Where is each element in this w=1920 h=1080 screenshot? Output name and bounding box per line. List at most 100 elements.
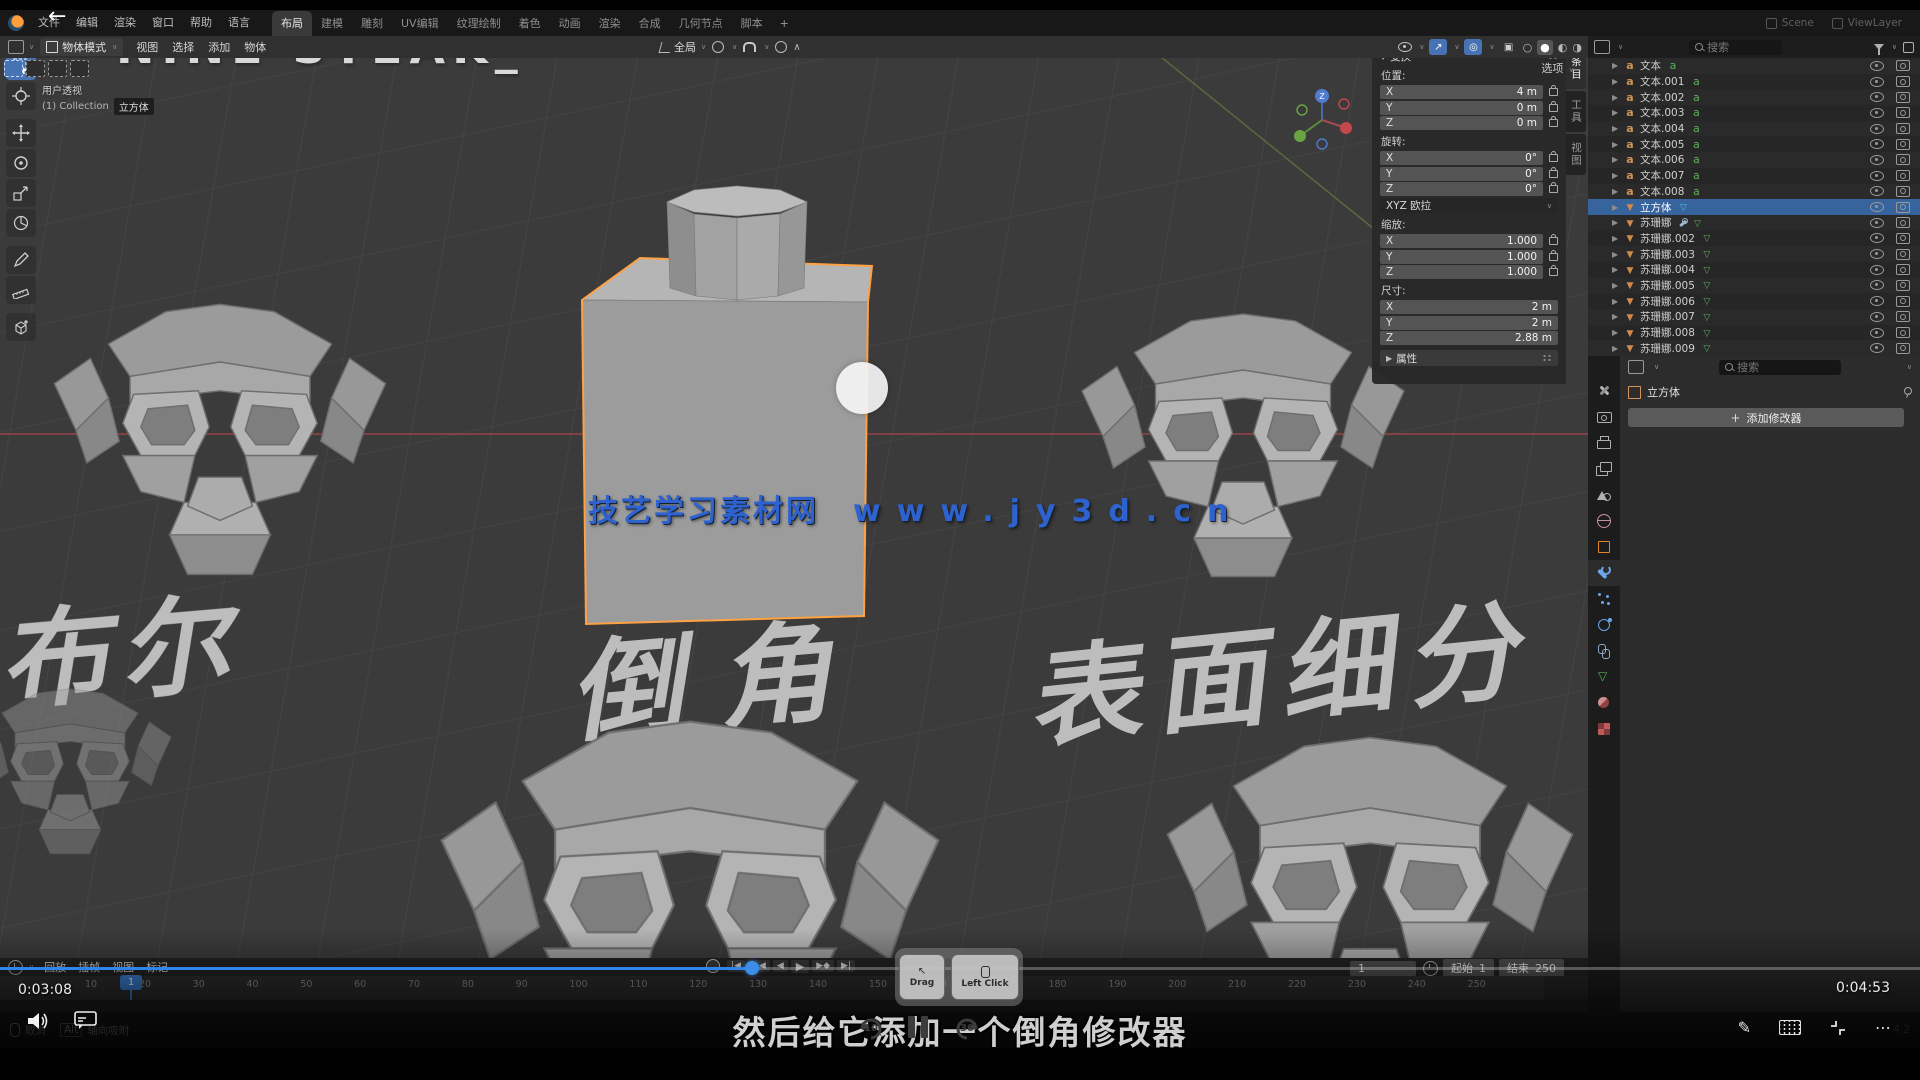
outliner-row[interactable]: ▶ 苏珊娜.008 <box>1588 325 1920 341</box>
disable-in-renders-toggle[interactable] <box>1896 170 1910 181</box>
outliner-row[interactable]: ▶ 文本.006 <box>1588 152 1920 168</box>
filter-icon[interactable] <box>1874 44 1884 50</box>
back-arrow-button[interactable]: ← <box>48 4 66 29</box>
viewlayer-selector[interactable]: ViewLayer <box>1832 17 1902 29</box>
add-workspace-button[interactable]: + <box>772 17 797 30</box>
expand-chevron-icon[interactable]: ▶ <box>1612 187 1620 196</box>
sidebar-tab[interactable]: 视图 <box>1566 134 1586 175</box>
proportional-falloff-icon[interactable]: ∧ <box>793 42 800 53</box>
lock-icon[interactable] <box>1549 154 1558 162</box>
outliner-row[interactable]: ▶ 苏珊娜.002 <box>1588 231 1920 247</box>
properties-tab[interactable] <box>1588 690 1620 716</box>
outliner-row[interactable]: ▶ 苏珊娜.009 <box>1588 340 1920 356</box>
expand-chevron-icon[interactable]: ▶ <box>1612 312 1620 321</box>
volume-icon[interactable] <box>26 1010 50 1032</box>
workspace-tab[interactable]: 雕刻 <box>352 11 392 36</box>
hide-in-viewport-toggle[interactable] <box>1870 280 1884 290</box>
disable-in-renders-toggle[interactable] <box>1896 249 1910 260</box>
expand-chevron-icon[interactable]: ▶ <box>1612 77 1620 86</box>
transform-tool[interactable] <box>6 209 36 237</box>
hide-in-viewport-toggle[interactable] <box>1870 312 1884 322</box>
jump-to-end-button[interactable]: ▶| <box>837 960 855 972</box>
disable-in-renders-toggle[interactable] <box>1896 154 1910 165</box>
select-subtract-mode-button[interactable] <box>48 60 67 77</box>
disable-in-renders-toggle[interactable] <box>1896 343 1910 354</box>
properties-tab[interactable] <box>1588 482 1620 508</box>
expand-chevron-icon[interactable]: ▶ <box>1612 93 1620 102</box>
properties-tab[interactable] <box>1588 638 1620 664</box>
outliner-row[interactable]: ▶ 文本.003 <box>1588 105 1920 121</box>
disable-in-renders-toggle[interactable] <box>1896 139 1910 150</box>
outliner-row[interactable]: ▶ 苏珊娜.006 <box>1588 293 1920 309</box>
expand-chevron-icon[interactable]: ▶ <box>1612 171 1620 180</box>
shading-rendered-toggle[interactable]: ◑ <box>1572 41 1582 54</box>
rotation-field[interactable]: X 0° <box>1380 151 1543 165</box>
orientation-dropdown[interactable]: 全局 ∨ <box>660 39 706 55</box>
snap-magnet-icon[interactable] <box>743 42 756 52</box>
outliner-row[interactable]: ▶ 文本.001 <box>1588 74 1920 90</box>
workspace-tab[interactable]: 纹理绘制 <box>448 11 510 36</box>
properties-tab[interactable] <box>1588 612 1620 638</box>
disable-in-renders-toggle[interactable] <box>1896 280 1910 291</box>
auto-keying-toggle[interactable] <box>706 959 720 973</box>
jump-to-start-button[interactable]: |◀ <box>727 960 745 972</box>
disable-in-renders-toggle[interactable] <box>1896 107 1910 118</box>
menu-item[interactable]: 窗口 <box>144 10 182 36</box>
sidebar-tab[interactable]: 工具 <box>1566 91 1586 132</box>
lock-icon[interactable] <box>1549 170 1558 178</box>
disable-in-renders-toggle[interactable] <box>1896 60 1910 71</box>
disable-in-renders-toggle[interactable] <box>1896 264 1910 275</box>
menu-item[interactable]: 渲染 <box>106 10 144 36</box>
workspace-tab[interactable]: UV编辑 <box>392 11 448 36</box>
expand-chevron-icon[interactable]: ▶ <box>1612 61 1620 70</box>
expand-chevron-icon[interactable]: ▶ <box>1612 250 1620 259</box>
play-reverse-button[interactable]: ◀ <box>773 960 788 972</box>
move-tool[interactable] <box>6 119 36 147</box>
subtitles-icon[interactable] <box>74 1010 98 1030</box>
select-intersect-mode-button[interactable] <box>70 60 89 77</box>
proportional-editing-icon[interactable] <box>775 41 787 53</box>
hide-in-viewport-toggle[interactable] <box>1870 249 1884 259</box>
hide-in-viewport-toggle[interactable] <box>1870 155 1884 165</box>
disable-in-renders-toggle[interactable] <box>1896 217 1910 228</box>
disable-in-renders-toggle[interactable] <box>1896 92 1910 103</box>
properties-search-input[interactable]: 搜索 <box>1719 360 1841 375</box>
expand-chevron-icon[interactable]: ▶ <box>1612 203 1620 212</box>
location-field[interactable]: Y 0 m <box>1380 101 1543 115</box>
expand-chevron-icon[interactable]: ▶ <box>1612 281 1620 290</box>
rotate-tool[interactable] <box>6 149 36 177</box>
navigation-gizmo[interactable]: Z <box>1286 80 1362 160</box>
workspace-tab[interactable]: 着色 <box>510 11 550 36</box>
mode-dropdown[interactable]: 物体模式 ∨ <box>40 38 123 56</box>
dimension-field[interactable]: Z 2.88 m <box>1380 331 1558 345</box>
dimension-field[interactable]: X 2 m <box>1380 300 1558 314</box>
hide-in-viewport-toggle[interactable] <box>1870 92 1884 102</box>
disable-in-renders-toggle[interactable] <box>1896 123 1910 134</box>
workspace-tab[interactable]: 脚本 <box>732 11 772 36</box>
properties-editor-icon[interactable] <box>1628 360 1644 374</box>
scale-field[interactable]: Z 1.000 <box>1380 265 1543 279</box>
item-properties-panel-header[interactable]: ▶ 属性 <box>1380 350 1558 366</box>
play-button[interactable]: ▶ <box>791 960 809 973</box>
more-options-icon[interactable]: ⋯ <box>1875 1018 1892 1037</box>
dimension-field[interactable]: Y 2 m <box>1380 316 1558 330</box>
outliner-search-input[interactable]: 搜索 <box>1689 40 1781 55</box>
expand-chevron-icon[interactable]: ▶ <box>1612 108 1620 117</box>
panel-drag-dots-icon[interactable] <box>1542 354 1552 362</box>
outliner-row[interactable]: ▶ 文本 <box>1588 58 1920 74</box>
outliner-row[interactable]: ▶ 文本.004 <box>1588 121 1920 137</box>
hide-in-viewport-toggle[interactable] <box>1870 77 1884 87</box>
properties-tab[interactable] <box>1588 560 1620 586</box>
expand-chevron-icon[interactable]: ▶ <box>1612 218 1620 227</box>
overlays-toggle[interactable]: ◎ <box>1464 39 1482 55</box>
workspace-tab[interactable]: 布局 <box>272 11 312 36</box>
disable-in-renders-toggle[interactable] <box>1896 76 1910 87</box>
disable-in-renders-toggle[interactable] <box>1896 186 1910 197</box>
blender-logo-icon[interactable] <box>8 15 24 31</box>
expand-chevron-icon[interactable]: ▶ <box>1612 234 1620 243</box>
add-modifier-button[interactable]: + 添加修改器 <box>1628 408 1904 427</box>
lock-icon[interactable] <box>1549 119 1558 127</box>
properties-tab[interactable] <box>1588 586 1620 612</box>
expand-chevron-icon[interactable]: ▶ <box>1612 328 1620 337</box>
lock-icon[interactable] <box>1549 237 1558 245</box>
